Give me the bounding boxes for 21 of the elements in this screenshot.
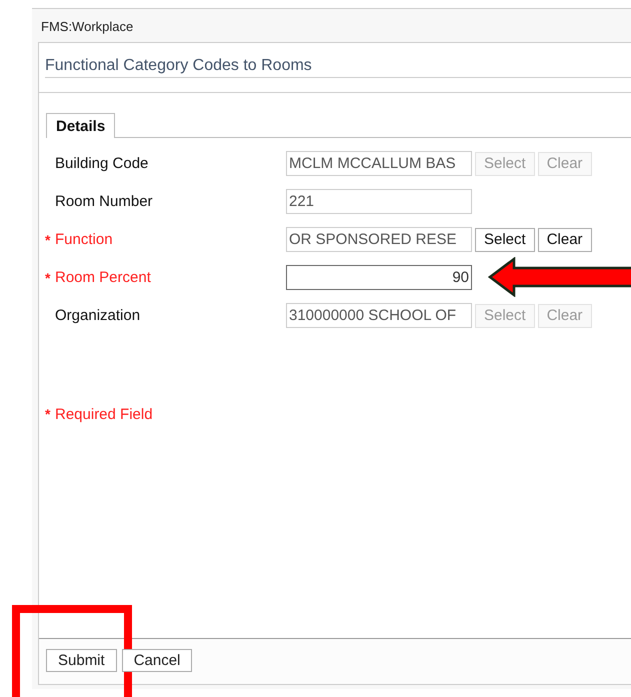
input-field[interactable]: 90 bbox=[286, 265, 472, 290]
required-mark: * bbox=[45, 406, 52, 423]
tab[interactable]: Details bbox=[46, 113, 116, 138]
field-label: Building Code bbox=[55, 155, 150, 172]
field-label: Organization bbox=[55, 307, 142, 324]
input-field[interactable]: OR SPONSORED RESE bbox=[286, 227, 472, 252]
required-note: Required Field bbox=[55, 406, 154, 423]
input-field[interactable]: 310000000 SCHOOL OF bbox=[286, 303, 472, 328]
field-label: Function bbox=[55, 231, 114, 248]
app-title: FMS:Workplace bbox=[40, 18, 134, 36]
required-mark: * bbox=[45, 232, 52, 248]
required-mark: * bbox=[45, 270, 52, 286]
form-title: Functional Category Codes to Rooms bbox=[45, 57, 631, 78]
clear-button[interactable]: Clear bbox=[538, 228, 592, 252]
cancel-button[interactable]: Cancel bbox=[122, 649, 192, 672]
input-field[interactable]: MCLM MCCALLUM BAS bbox=[286, 151, 472, 176]
field-label: Room Number bbox=[55, 193, 154, 210]
select-button[interactable]: Select bbox=[475, 228, 535, 252]
input-field[interactable]: 221 bbox=[286, 189, 472, 214]
submit-button[interactable]: Submit bbox=[46, 649, 117, 672]
field-label: Room Percent bbox=[55, 269, 152, 286]
